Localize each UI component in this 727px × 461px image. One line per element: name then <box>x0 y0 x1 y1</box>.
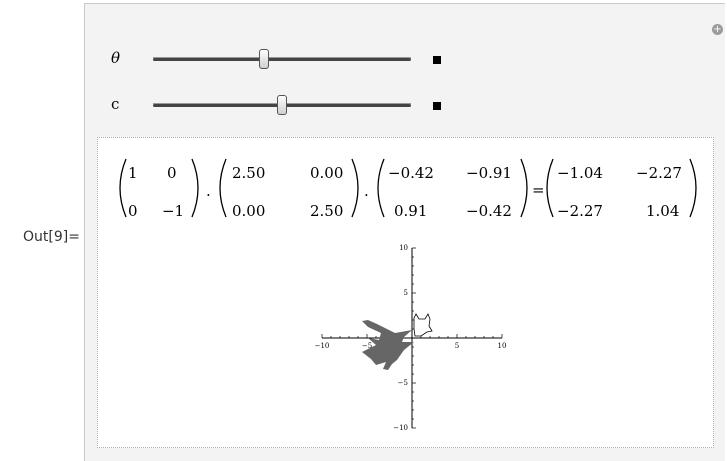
y-tick-label: −5 <box>398 379 408 387</box>
matrix-3-cell: −0.42 <box>466 202 512 220</box>
x-tick-label: 10 <box>498 342 507 350</box>
c-slider-thumb[interactable] <box>277 95 287 115</box>
theta-animate-button[interactable] <box>433 56 441 64</box>
dot-operator: . <box>206 182 211 200</box>
matrix-2-right-paren <box>351 158 359 218</box>
equals-sign: = <box>532 181 545 199</box>
matrix-equation: 1 0 0 −1 . 2.50 0.00 0.00 2.50 . −0.42 −… <box>119 158 697 220</box>
theta-slider-track[interactable] <box>153 57 411 61</box>
result-left-paren <box>546 158 554 218</box>
matrix-3-cell: 0.91 <box>394 202 427 220</box>
matrix-1-left-paren <box>119 158 127 218</box>
matrix-2-cell: 0.00 <box>310 164 343 182</box>
output-label: Out[9]= <box>23 229 80 245</box>
y-tick-label: 5 <box>404 289 408 297</box>
matrix-3-cell: −0.91 <box>466 164 512 182</box>
original-shape <box>413 313 433 337</box>
result-right-paren <box>689 158 697 218</box>
result-cell: 1.04 <box>646 202 679 220</box>
matrix-2-cell: 0.00 <box>232 202 265 220</box>
c-label: c <box>111 95 120 113</box>
result-cell: −2.27 <box>636 164 682 182</box>
matrix-2-cell: 2.50 <box>310 202 343 220</box>
matrix-3-right-paren <box>520 158 528 218</box>
x-tick-label: 5 <box>455 342 459 350</box>
theta-slider-thumb[interactable] <box>258 49 269 69</box>
result-cell: −1.04 <box>557 164 603 182</box>
matrix-3-cell: −0.42 <box>388 164 434 182</box>
y-tick-label: −10 <box>393 424 408 432</box>
y-tick-label: 10 <box>399 244 408 252</box>
output-graphics: 1 0 0 −1 . 2.50 0.00 0.00 2.50 . −0.42 −… <box>119 158 697 432</box>
matrix-1-cell: 0 <box>128 202 138 220</box>
plus-icon[interactable]: + <box>712 24 723 35</box>
matrix-1-cell: −1 <box>162 202 184 220</box>
matrix-1-cell: 1 <box>128 164 138 182</box>
dot-operator: . <box>364 182 369 200</box>
matrix-2-cell: 2.50 <box>232 164 265 182</box>
c-animate-button[interactable] <box>433 102 441 110</box>
matrix-1-right-paren <box>191 158 199 218</box>
transform-plot: −10 −5 5 10 10 5 −5 −10 <box>315 244 507 432</box>
matrix-3-left-paren <box>377 158 385 218</box>
output-content: 1 0 0 −1 . 2.50 0.00 0.00 2.50 . −0.42 −… <box>97 137 714 448</box>
x-tick-label: −10 <box>315 342 330 350</box>
matrix-2-left-paren <box>219 158 227 218</box>
theta-label: θ <box>111 49 121 67</box>
result-cell: −2.27 <box>557 202 603 220</box>
matrix-1-cell: 0 <box>167 164 177 182</box>
